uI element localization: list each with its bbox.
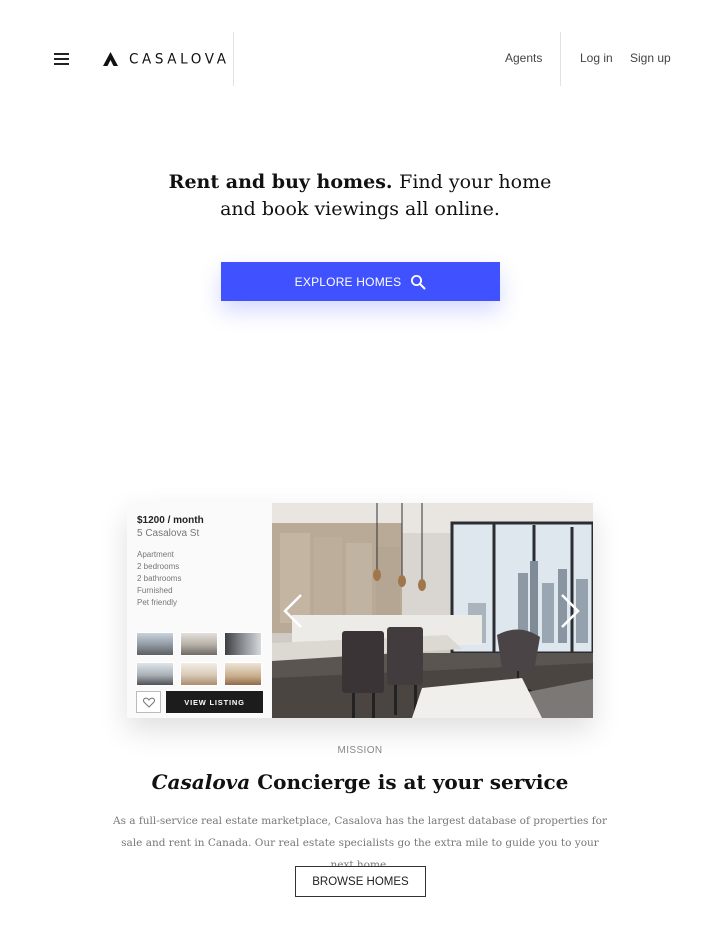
listing-feature: 2 bathrooms (137, 574, 182, 583)
mission-title-rest: Concierge is at your service (257, 770, 569, 794)
chevron-left-icon[interactable] (282, 593, 304, 629)
listing-photo (272, 503, 593, 718)
brand-name: CASALOVA (129, 50, 230, 68)
thumbnail-image[interactable] (180, 632, 218, 656)
thumbnail-image[interactable] (136, 662, 174, 686)
nav-signup-link[interactable]: Sign up (630, 51, 671, 65)
listing-address: 5 Casalova St (137, 528, 200, 539)
explore-homes-label: EXPLORE HOMES (294, 274, 402, 289)
apartment-interior-image (272, 503, 593, 718)
casalova-logo-icon (103, 52, 118, 66)
hamburger-menu-icon[interactable] (53, 52, 71, 66)
hero-title: Rent and buy homes. Find your home and b… (160, 169, 560, 223)
browse-homes-button[interactable]: BROWSE HOMES (295, 866, 426, 897)
listing-feature: 2 bedrooms (137, 562, 180, 571)
mission-title-brand: Casalova (151, 770, 251, 794)
header-divider (560, 32, 561, 86)
listing-details-panel: $1200 / month 5 Casalova St Apartment 2 … (127, 503, 272, 718)
nav-login-link[interactable]: Log in (580, 51, 613, 65)
listing-showcase-card: $1200 / month 5 Casalova St Apartment 2 … (127, 503, 593, 718)
mission-title: Casalova Concierge is at your service (0, 770, 720, 794)
hero-title-bold: Rent and buy homes. (168, 171, 393, 193)
header-divider (233, 32, 234, 86)
listing-feature: Furnished (137, 586, 173, 595)
thumbnail-image[interactable] (224, 632, 262, 656)
nav-agents-link[interactable]: Agents (505, 51, 542, 65)
explore-homes-button[interactable]: EXPLORE HOMES (221, 262, 500, 301)
listing-thumbnails (136, 632, 264, 686)
listing-price: $1200 / month (137, 515, 204, 526)
thumbnail-image[interactable] (180, 662, 218, 686)
mission-eyebrow: MISSION (337, 745, 383, 756)
listing-features: Apartment 2 bedrooms 2 bathrooms Furnish… (137, 549, 181, 609)
listing-feature: Apartment (137, 550, 174, 559)
search-icon (411, 274, 426, 289)
listing-feature: Pet friendly (137, 598, 178, 607)
site-header: CASALOVA Agents Log in Sign up (0, 0, 720, 120)
thumbnail-image[interactable] (136, 632, 174, 656)
thumbnail-image[interactable] (224, 662, 262, 686)
brand-logo[interactable]: CASALOVA (103, 50, 230, 68)
favorite-button[interactable] (136, 691, 161, 713)
view-listing-button[interactable]: VIEW LISTING (166, 691, 263, 713)
chevron-right-icon[interactable] (559, 593, 581, 629)
heart-icon (142, 697, 155, 708)
